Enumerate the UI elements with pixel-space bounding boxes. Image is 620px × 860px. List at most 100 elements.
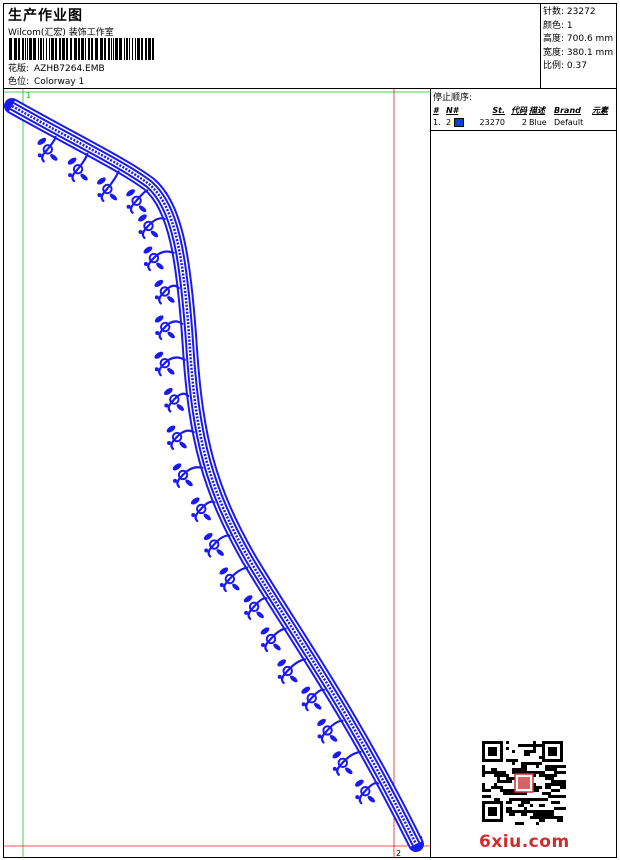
qr-module: [506, 774, 509, 777]
qr-module: [542, 774, 545, 777]
barcode-bar: [108, 38, 110, 60]
qr-module: [539, 771, 542, 774]
qr-module: [548, 792, 551, 795]
qr-module: [554, 801, 557, 804]
qr-module: [494, 771, 497, 774]
qr-module: [536, 810, 539, 813]
vine-motif: [163, 387, 190, 413]
qr-module: [539, 756, 542, 759]
colorway-row: 色位: Colorway 1: [8, 74, 84, 87]
qr-module: [482, 774, 485, 777]
qr-module: [530, 810, 533, 813]
qr-module: [551, 777, 554, 780]
barcode-bar: [27, 38, 28, 60]
qr-module: [542, 816, 545, 819]
qr-module: [524, 810, 527, 813]
qr-module: [530, 762, 533, 765]
barcode-bar: [81, 38, 84, 60]
qr-module: [524, 750, 527, 753]
qr-module: [491, 768, 494, 771]
barcode-bar: [104, 38, 106, 60]
page-title: 生产作业图: [8, 8, 83, 24]
qr-module: [563, 783, 566, 786]
barcode-bar: [100, 38, 103, 60]
vine-leaf: [313, 702, 322, 710]
qr-module: [527, 753, 530, 756]
qr-module: [515, 810, 518, 813]
qr-module: [509, 801, 512, 804]
col-num: #: [433, 105, 439, 115]
stat-label: 比例:: [543, 61, 565, 71]
vine-leaf: [216, 549, 224, 556]
qr-module: [488, 795, 491, 798]
qr-module: [512, 759, 515, 762]
qr-module: [527, 750, 530, 753]
qr-module: [527, 798, 530, 801]
qr-module: [518, 744, 521, 747]
barcode-bar: [46, 38, 47, 60]
barcode-bar: [91, 38, 93, 60]
watermark-text: 6xiu.com: [479, 832, 570, 852]
vine-bud: [301, 702, 306, 707]
barcode-bar: [145, 38, 147, 60]
vine-bud: [138, 229, 143, 234]
vine-bud: [167, 441, 172, 446]
row-needle: 2: [446, 117, 477, 127]
vine-bud: [260, 642, 265, 647]
barcode-bar: [119, 38, 122, 60]
vine-bud: [317, 734, 322, 739]
qr-module: [563, 795, 566, 798]
qr-module: [557, 819, 560, 822]
qr-module: [557, 816, 560, 819]
stat-colors: 颜色: 1: [543, 20, 617, 34]
qr-module: [482, 795, 485, 798]
qr-module: [527, 762, 530, 765]
vine-leaf: [150, 230, 159, 238]
barcode-bar: [43, 38, 44, 60]
qr-module: [554, 807, 557, 810]
qr-module: [482, 786, 485, 789]
barcode-bar: [124, 38, 125, 60]
panel-divider: [431, 130, 617, 131]
qr-module: [497, 777, 500, 780]
qr-module: [560, 819, 563, 822]
qr-module: [497, 798, 500, 801]
qr-module: [563, 765, 566, 768]
vine-leaf: [289, 675, 298, 683]
vine-motif: [260, 627, 287, 653]
qr-module: [545, 777, 548, 780]
barcode-bar: [22, 38, 24, 60]
qr-module: [557, 795, 560, 798]
qr-module: [530, 744, 533, 747]
qr-module: [500, 774, 503, 777]
vine-motif: [277, 658, 307, 685]
qr-module: [509, 798, 512, 801]
qr-module: [485, 771, 488, 774]
embroidery-design: 1 2 2: [4, 89, 431, 858]
vine-bud: [126, 204, 131, 209]
qr-module: [512, 762, 515, 765]
qr-module: [503, 774, 506, 777]
col-needle: N#: [446, 105, 459, 115]
qr-module: [506, 810, 509, 813]
qr-module: [536, 765, 539, 768]
qr-module: [551, 813, 554, 816]
qr-module: [533, 744, 536, 747]
qr-module: [533, 816, 536, 819]
stat-value: 700.6 mm: [566, 34, 614, 44]
studio-subtitle: Wilcom(汇宏) 装饰工作室: [8, 28, 114, 38]
qr-module: [539, 804, 542, 807]
col-brand: Brand: [554, 105, 581, 115]
barcode-bar: [62, 38, 65, 60]
qr-module: [557, 801, 560, 804]
header-info: 生产作业图 Wilcom(汇宏) 装饰工作室 花版: AZHB7264.EMB 色…: [4, 4, 541, 89]
vine-leaf: [109, 193, 118, 201]
qr-module: [494, 783, 497, 786]
qr-module: [545, 783, 548, 786]
qr-module: [557, 765, 560, 768]
qr-module: [542, 813, 545, 816]
qr-module: [563, 807, 566, 810]
qr-module: [521, 810, 524, 813]
qr-module: [518, 768, 521, 771]
qr-module: [515, 822, 518, 825]
